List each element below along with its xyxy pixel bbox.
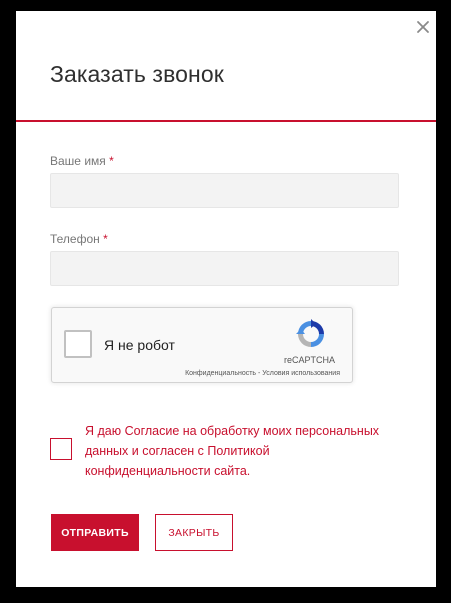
name-input[interactable]	[50, 173, 399, 208]
callback-modal: Заказать звонок Ваше имя * Телефон * Я н…	[16, 11, 436, 587]
required-mark: *	[103, 232, 108, 246]
recaptcha-label: Я не робот	[104, 337, 175, 353]
name-label: Ваше имя *	[50, 154, 114, 168]
close-icon	[417, 21, 429, 33]
recaptcha-widget: Я не робот reCAPTCHA Конфиденциальность …	[51, 307, 353, 383]
phone-label-text: Телефон	[50, 232, 100, 246]
title-divider	[16, 120, 436, 122]
close-form-button[interactable]: ЗАКРЫТЬ	[155, 514, 233, 551]
recaptcha-checkbox[interactable]	[64, 330, 92, 358]
recaptcha-logo-icon	[296, 319, 324, 347]
submit-button[interactable]: ОТПРАВИТЬ	[51, 514, 139, 551]
close-button[interactable]	[414, 18, 432, 36]
consent-checkbox[interactable]	[50, 438, 72, 460]
phone-input[interactable]	[50, 251, 399, 286]
phone-label: Телефон *	[50, 232, 108, 246]
recaptcha-privacy-terms-links[interactable]: Конфиденциальность - Условия использован…	[185, 370, 340, 377]
required-mark: *	[109, 154, 114, 168]
modal-title: Заказать звонок	[50, 61, 224, 87]
recaptcha-brand: reCAPTCHA	[284, 355, 336, 365]
name-label-text: Ваше имя	[50, 154, 106, 168]
consent-text[interactable]: Я даю Согласие на обработку моих персона…	[85, 421, 395, 481]
